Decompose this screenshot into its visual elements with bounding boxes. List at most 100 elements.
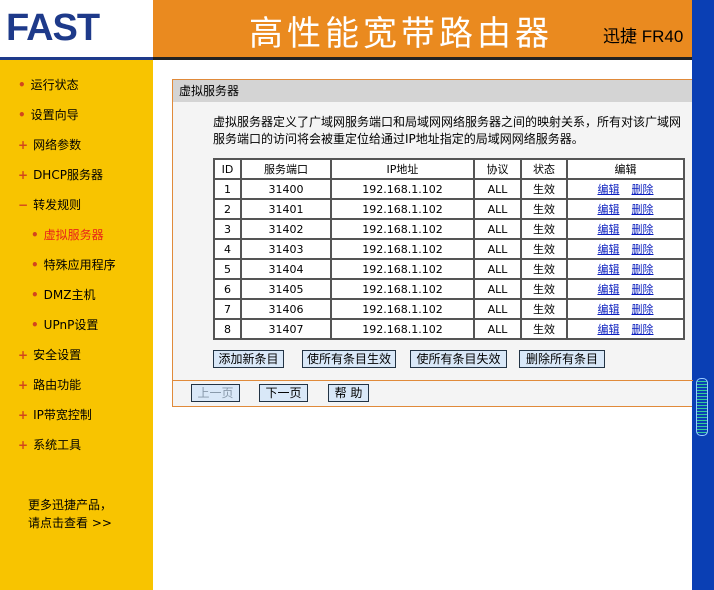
cell: 31405 — [240, 278, 332, 300]
sidebar-item-label: 特殊应用程序 — [43, 258, 116, 272]
sidebar-item-11[interactable]: + IP带宽控制 — [18, 406, 92, 423]
bullet-icon: • — [31, 258, 39, 272]
sidebar-item-12[interactable]: + 系统工具 — [18, 436, 81, 453]
cell: ALL — [473, 258, 522, 280]
sidebar-item-3[interactable]: + DHCP服务器 — [18, 166, 103, 183]
delete-link[interactable]: 删除 — [632, 303, 654, 316]
sidebar-item-1[interactable]: • 设置向导 — [18, 106, 79, 123]
cell: 192.168.1.102 — [330, 198, 475, 220]
model-name: 迅捷 FR40 — [603, 27, 684, 46]
table-row: 3 31402 192.168.1.102 ALL 生效 编辑 删除 — [213, 218, 685, 240]
cell: 1 — [213, 178, 242, 200]
table-row: 6 31405 192.168.1.102 ALL 生效 编辑 删除 — [213, 278, 685, 300]
cell: 生效 — [520, 258, 568, 280]
column-header: 编辑 — [566, 158, 685, 180]
help-button[interactable]: 帮 助 — [328, 384, 369, 402]
edit-link[interactable]: 编辑 — [598, 203, 620, 216]
cell: 192.168.1.102 — [330, 318, 475, 340]
cell: 31404 — [240, 258, 332, 280]
delete-link[interactable]: 删除 — [632, 183, 654, 196]
table-row: 8 31407 192.168.1.102 ALL 生效 编辑 删除 — [213, 318, 685, 340]
scrollbar[interactable] — [692, 0, 714, 590]
next-page-button[interactable]: 下一页 — [259, 384, 308, 402]
edit-link[interactable]: 编辑 — [598, 243, 620, 256]
cell: 192.168.1.102 — [330, 238, 475, 260]
sidebar-item-label: 网络参数 — [33, 138, 82, 152]
sidebar-item-7[interactable]: • DMZ主机 — [31, 286, 96, 303]
enable-all-button[interactable]: 使所有条目生效 — [302, 350, 396, 368]
cell: 31403 — [240, 238, 332, 260]
sidebar-item-10[interactable]: + 路由功能 — [18, 376, 81, 393]
more-products-link[interactable]: 更多迅捷产品， 请点击查看 >> — [28, 496, 112, 532]
bullet-icon: • — [31, 318, 39, 332]
bullet-icon: − — [18, 198, 29, 212]
sidebar-item-0[interactable]: • 运行状态 — [18, 76, 79, 93]
bullet-icon: • — [18, 108, 26, 122]
delete-link[interactable]: 删除 — [632, 223, 654, 236]
disable-all-button[interactable]: 使所有条目失效 — [410, 350, 507, 368]
column-header: 状态 — [520, 158, 568, 180]
delete-link[interactable]: 删除 — [632, 283, 654, 296]
sidebar-item-label: DMZ主机 — [43, 288, 96, 302]
delete-link[interactable]: 删除 — [632, 243, 654, 256]
edit-link[interactable]: 编辑 — [598, 283, 620, 296]
bullet-icon: + — [18, 138, 29, 152]
delete-link[interactable]: 删除 — [632, 203, 654, 216]
column-header: ID — [213, 158, 242, 180]
sidebar-item-8[interactable]: • UPnP设置 — [31, 316, 98, 333]
cell: 生效 — [520, 198, 568, 220]
virtual-server-table: ID 服务端口 IP地址 协议 状态 编辑 1 31400 192.168.1.102 ALL 生效… — [213, 158, 685, 340]
add-entry-button[interactable]: 添加新条目 — [213, 350, 284, 368]
bullet-icon: + — [18, 408, 29, 422]
prev-page-button[interactable]: 上一页 — [191, 384, 240, 402]
sidebar-item-label: 系统工具 — [33, 438, 82, 452]
cell: ALL — [473, 278, 522, 300]
cell: 生效 — [520, 178, 568, 200]
sidebar-item-6[interactable]: • 特殊应用程序 — [31, 256, 116, 273]
sidebar-item-label: 设置向导 — [30, 108, 79, 122]
edit-link[interactable]: 编辑 — [598, 263, 620, 276]
banner: 高性能宽带路由器 迅捷 FR40 — [153, 0, 692, 57]
virtual-server-panel: 虚拟服务器 虚拟服务器定义了广域网服务端口和局域网网络服务器之间的映射关系，所有… — [172, 79, 693, 407]
sidebar-item-label: 虚拟服务器 — [43, 228, 104, 242]
cell: 生效 — [520, 238, 568, 260]
sidebar-item-4[interactable]: − 转发规则 — [18, 196, 81, 213]
column-header: IP地址 — [330, 158, 475, 180]
more-line-2: 请点击查看 >> — [28, 516, 112, 530]
bullet-icon: + — [18, 378, 29, 392]
edit-link[interactable]: 编辑 — [598, 223, 620, 236]
delete-link[interactable]: 删除 — [632, 263, 654, 276]
column-header: 协议 — [473, 158, 522, 180]
edit-link[interactable]: 编辑 — [598, 303, 620, 316]
cell: 192.168.1.102 — [330, 298, 475, 320]
sidebar-item-label: UPnP设置 — [43, 318, 99, 332]
sidebar: • 运行状态 • 设置向导 + 网络参数 + DHCP服务器 − 转发规则 • 虚拟服务器 • 特殊应用程… — [0, 60, 153, 590]
cell: 生效 — [520, 318, 568, 340]
cell: 31401 — [240, 198, 332, 220]
edit-link[interactable]: 编辑 — [598, 183, 620, 196]
table-row: 5 31404 192.168.1.102 ALL 生效 编辑 删除 — [213, 258, 685, 280]
cell: ALL — [473, 298, 522, 320]
sidebar-item-2[interactable]: + 网络参数 — [18, 136, 81, 153]
edit-cell: 编辑 删除 — [566, 238, 685, 260]
banner-title: 高性能宽带路由器 — [249, 14, 553, 54]
cell: 生效 — [520, 218, 568, 240]
scrollbar-thumb[interactable] — [696, 378, 708, 436]
bullet-icon: + — [18, 168, 29, 182]
edit-cell: 编辑 删除 — [566, 278, 685, 300]
table-row: 4 31403 192.168.1.102 ALL 生效 编辑 删除 — [213, 238, 685, 260]
cell: 生效 — [520, 278, 568, 300]
sidebar-item-5[interactable]: • 虚拟服务器 — [31, 226, 104, 243]
cell: 31402 — [240, 218, 332, 240]
sidebar-item-label: 路由功能 — [33, 378, 82, 392]
cell: 31406 — [240, 298, 332, 320]
delete-link[interactable]: 删除 — [632, 323, 654, 336]
panel-title: 虚拟服务器 — [173, 80, 692, 102]
table-row: 2 31401 192.168.1.102 ALL 生效 编辑 删除 — [213, 198, 685, 220]
fast-logo: FAST — [0, 0, 153, 57]
edit-cell: 编辑 删除 — [566, 198, 685, 220]
edit-link[interactable]: 编辑 — [598, 323, 620, 336]
sidebar-item-9[interactable]: + 安全设置 — [18, 346, 81, 363]
edit-cell: 编辑 删除 — [566, 258, 685, 280]
delete-all-button[interactable]: 删除所有条目 — [519, 350, 605, 368]
